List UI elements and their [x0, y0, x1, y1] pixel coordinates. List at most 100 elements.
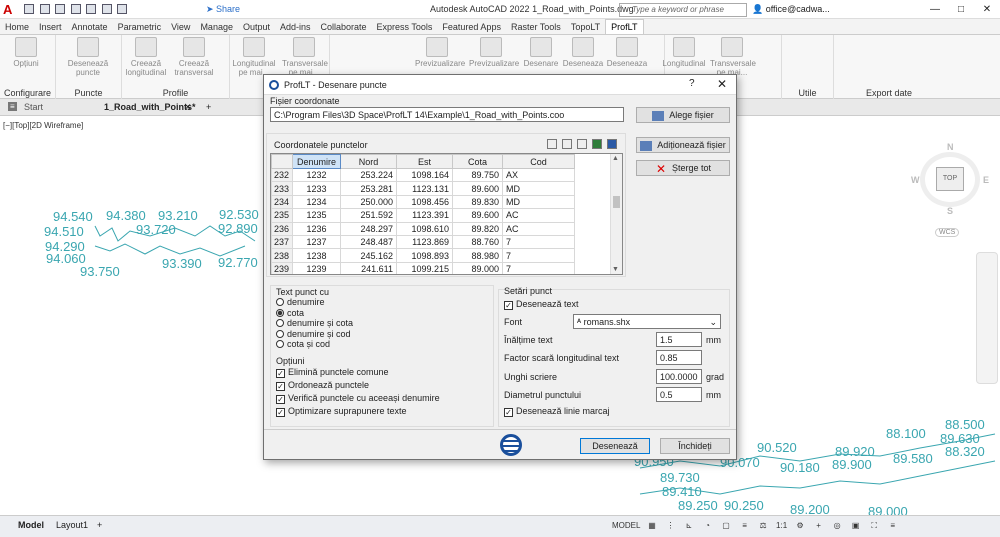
create-longitudinal-button[interactable]: Creează longitudinal [124, 37, 168, 77]
cell-idx[interactable]: 237 [271, 234, 294, 250]
cell-name[interactable]: 1235 [292, 208, 342, 223]
tab-start[interactable]: Start [24, 102, 43, 112]
search-input[interactable]: Type a keyword or phrase [619, 3, 747, 17]
options-button[interactable]: Opțiuni [4, 37, 48, 68]
cell-nord[interactable]: 245.162 [340, 248, 398, 263]
table-row[interactable]: 236 1236 248.297 1098.610 89.820 AC [271, 221, 576, 236]
cell-cod[interactable]: AX [502, 167, 576, 183]
close-icon[interactable]: ✕ [974, 0, 1000, 19]
cell-est[interactable]: 1098.456 [396, 194, 454, 210]
draw-text-checkbox[interactable]: ✓ Desenează text [504, 299, 579, 310]
table-row[interactable]: 239 1239 241.611 1099.215 89.000 7 [271, 261, 576, 274]
cell-est[interactable]: 1123.391 [396, 208, 454, 223]
longitudinal-button[interactable]: Longitudinal [662, 37, 706, 68]
ribbon-tab-parametric[interactable]: Parametric [113, 20, 167, 34]
ribbon-tab-output[interactable]: Output [238, 20, 275, 34]
cell-idx[interactable]: 235 [271, 208, 294, 223]
scroll-thumb[interactable] [613, 196, 620, 208]
cell-nord[interactable]: 248.297 [340, 221, 398, 236]
radio-text-0[interactable]: denumire [276, 297, 325, 307]
close-button[interactable]: ✕ [717, 77, 727, 91]
delete-all-button[interactable]: ✕ Șterge tot [636, 160, 730, 176]
layout1-tab[interactable]: Layout1 [56, 520, 88, 530]
cell-idx[interactable]: 234 [271, 194, 294, 210]
polar-icon[interactable]: ◔ [701, 519, 715, 533]
word-icon[interactable] [607, 139, 617, 149]
cell-name[interactable]: 1232 [292, 167, 342, 183]
font-select[interactable]: ᴬ romans.shx ⌄ [573, 314, 721, 329]
draw-points-button[interactable]: Desenează puncte [66, 37, 110, 77]
transversal-button[interactable]: Transversale pe mai... [710, 37, 756, 77]
cell-name[interactable]: 1237 [292, 234, 342, 250]
navigation-bar[interactable] [976, 252, 998, 384]
plot-icon[interactable] [86, 4, 97, 14]
ribbon-tab-manage[interactable]: Manage [195, 20, 238, 34]
diameter-field[interactable]: 0.5 [656, 387, 702, 402]
menu-icon[interactable]: ≡ [8, 102, 17, 111]
viewcube-top-face[interactable]: TOP [936, 167, 964, 191]
close-tab-icon[interactable]: ✕ [184, 102, 192, 113]
cell-name[interactable]: 1238 [292, 248, 342, 263]
cell-est[interactable]: 1099.215 [396, 261, 454, 274]
radio-text-2[interactable]: denumire și cota [276, 318, 353, 328]
cell-cod[interactable]: AC [502, 208, 576, 223]
cell-cota[interactable]: 88.980 [452, 248, 504, 263]
table-icon[interactable] [562, 139, 572, 149]
cell-cota[interactable]: 89.000 [452, 261, 504, 274]
search-icon[interactable] [547, 139, 557, 149]
new-tab-icon[interactable]: + [206, 102, 211, 112]
maximize-icon[interactable]: □ [948, 0, 974, 19]
deseneaza-button[interactable]: Deseneaza [561, 37, 605, 68]
hardware-accel-icon[interactable]: ▣ [849, 519, 863, 533]
cell-name[interactable]: 1233 [292, 181, 342, 196]
ribbon-tab-collaborate[interactable]: Collaborate [316, 20, 372, 34]
ribbon-tab-add-ins[interactable]: Add-ins [275, 20, 316, 34]
ortho-icon[interactable]: ⊾ [682, 519, 696, 533]
deseneaza-button-2[interactable]: Deseneaza [605, 37, 649, 68]
wcs-menu[interactable]: WCS [935, 228, 960, 237]
draw-mark-checkbox[interactable]: ✓ Desenează linie marcaj [504, 406, 610, 417]
longitudinal-multi-button[interactable]: Longitudinal pe mai... [232, 37, 276, 77]
table-scrollbar[interactable]: ▲ ▼ [610, 154, 622, 274]
cell-cota[interactable]: 89.600 [452, 181, 504, 196]
radio-text-4[interactable]: cota și cod [276, 339, 330, 349]
table-row[interactable]: 235 1235 251.592 1123.391 89.600 AC [271, 208, 576, 223]
cell-est[interactable]: 1123.131 [396, 181, 454, 196]
column-header-denumire[interactable]: Denumire [292, 154, 342, 169]
fullscreen-icon[interactable]: ⛶ [867, 519, 881, 533]
cell-nord[interactable]: 253.281 [340, 181, 398, 196]
option-checkbox-3[interactable]: ✓ Optimizare suprapunere texte [276, 406, 407, 417]
add-layout-icon[interactable]: + [97, 520, 102, 530]
osnap-icon[interactable]: ▢ [719, 519, 733, 533]
model-space-toggle[interactable]: MODEL [612, 519, 640, 533]
scale-field[interactable]: 0.85 [656, 350, 702, 365]
ribbon-tab-home[interactable]: Home [0, 20, 34, 34]
transversal-multi-button[interactable]: Transversale pe mai... [282, 37, 328, 77]
cell-idx[interactable]: 236 [271, 221, 294, 236]
add-file-button[interactable]: Adiționează fișier [636, 137, 730, 153]
cell-cota[interactable]: 89.830 [452, 194, 504, 210]
desenare-button[interactable]: Desenare [519, 37, 563, 68]
scroll-down-icon[interactable]: ▼ [612, 266, 619, 273]
cell-nord[interactable]: 251.592 [340, 208, 398, 223]
print-icon[interactable] [577, 139, 587, 149]
cell-cota[interactable]: 89.820 [452, 221, 504, 236]
cell-cota[interactable]: 89.600 [452, 208, 504, 223]
scroll-up-icon[interactable]: ▲ [612, 155, 619, 162]
cell-cod[interactable]: 7 [502, 248, 576, 263]
column-header-cota[interactable]: Cota [452, 154, 504, 169]
cell-cod[interactable]: MD [502, 181, 576, 196]
table-row[interactable]: 232 1232 253.224 1098.164 89.750 AX [271, 167, 576, 183]
cell-cod[interactable]: MD [502, 194, 576, 210]
cell-cod[interactable]: 7 [502, 234, 576, 250]
plus-icon[interactable]: + [812, 519, 826, 533]
annotation-scale-value[interactable]: 1:1 [775, 519, 789, 533]
cell-cota[interactable]: 88.760 [452, 234, 504, 250]
redo-icon[interactable] [117, 4, 128, 14]
ribbon-tab-view[interactable]: View [166, 20, 195, 34]
share-button[interactable]: ➤ Share [206, 4, 240, 15]
ribbon-tab-proflt[interactable]: ProfLT [605, 19, 644, 34]
open-file-icon[interactable] [39, 4, 50, 14]
choose-file-button[interactable]: Alege fișier [636, 107, 730, 123]
lineweight-icon[interactable]: ≡ [738, 519, 752, 533]
